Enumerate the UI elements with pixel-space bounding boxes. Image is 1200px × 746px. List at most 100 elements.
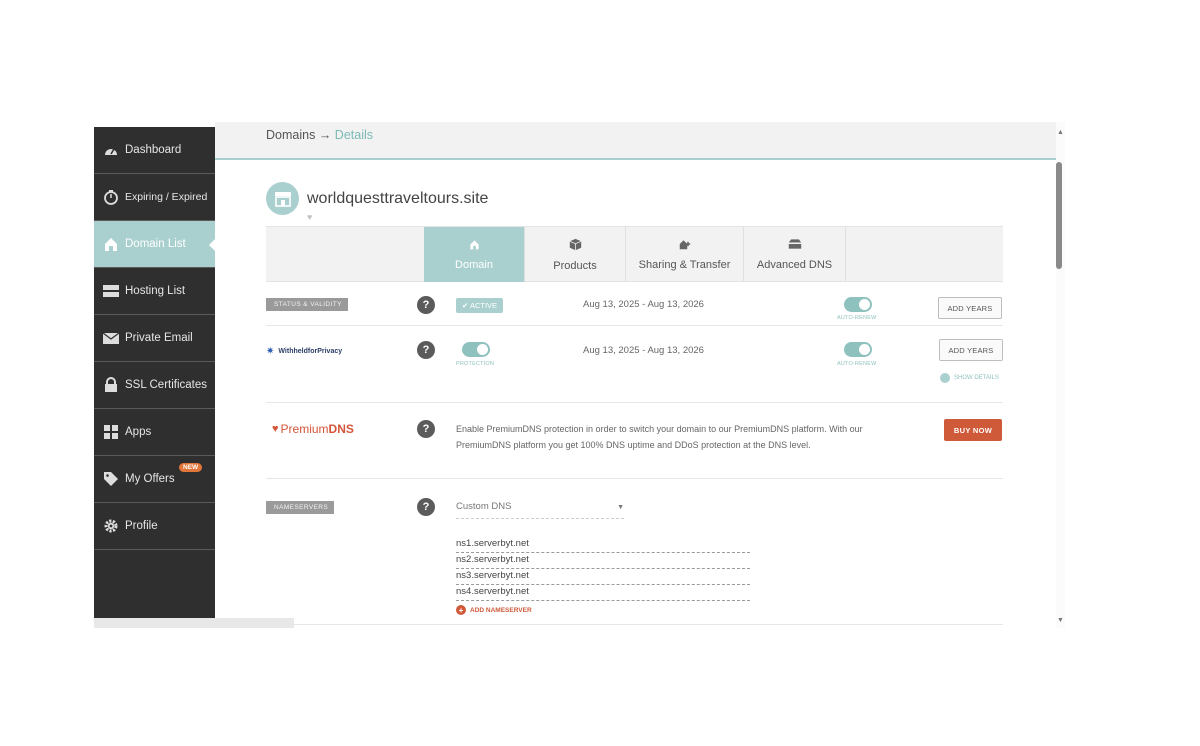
protection-caption: PROTECTION: [456, 361, 495, 367]
status-badge-label: ACTIVE: [469, 301, 498, 310]
privacy-auto-renew-toggle[interactable]: [844, 342, 872, 357]
sidebar-item-expiring[interactable]: Expiring / Expired: [94, 174, 215, 221]
scrollbar[interactable]: ▲ ▼: [1056, 122, 1065, 628]
help-icon[interactable]: ?: [417, 420, 435, 438]
nameserver-input-4[interactable]: ns4.serverbyt.net: [456, 585, 750, 601]
new-badge: NEW: [179, 463, 203, 472]
breadcrumb-root[interactable]: Domains: [266, 128, 315, 142]
premium-logo-prefix: Premium: [280, 422, 329, 436]
speedometer-icon: [102, 141, 120, 159]
nameserver-input-3[interactable]: ns3.serverbyt.net: [456, 569, 750, 585]
tab-bar: Domain Products Sharing & Transfer Advan…: [266, 226, 1003, 282]
dns-type-select[interactable]: Custom DNS ▼: [456, 501, 624, 519]
show-details-label: SHOW DETAILS: [954, 375, 999, 381]
sidebar-item-private-email[interactable]: Private Email: [94, 315, 215, 362]
privacy-row: ✷ WithheldforPrivacy ? PROTECTION Aug 13,…: [266, 326, 1003, 403]
protection-toggle[interactable]: [462, 342, 490, 357]
nameservers-tag: NAMESERVERS: [266, 501, 335, 514]
sidebar-item-label: Private Email: [125, 332, 193, 344]
sidebar-item-label: Hosting List: [125, 285, 186, 297]
sidebar-item-label: Profile: [125, 520, 158, 532]
share-icon: [678, 238, 692, 253]
tab-domain[interactable]: Domain: [424, 227, 525, 282]
tag-icon: [102, 470, 120, 488]
breadcrumb: Domains → Details: [215, 122, 1056, 160]
add-nameserver-label: ADD NAMESERVER: [470, 606, 532, 614]
withheld-for-privacy-logo: ✷ WithheldforPrivacy: [266, 346, 342, 357]
tab-label: Domain: [455, 259, 493, 271]
privacy-auto-renew-caption: AUTO-RENEW: [837, 361, 877, 367]
plus-icon: +: [456, 605, 466, 615]
sidebar-item-label: Dashboard: [125, 144, 182, 156]
premium-heart-icon: ♥: [272, 423, 279, 435]
show-details-link[interactable]: SHOW DETAILS: [940, 373, 999, 383]
validity-dates: Aug 13, 2025 - Aug 13, 2026: [583, 299, 704, 310]
add-years-button[interactable]: ADD YEARS: [938, 297, 1002, 319]
buy-now-button[interactable]: BUY NOW: [944, 419, 1002, 441]
gear-icon: [102, 517, 120, 535]
sidebar-item-label: SSL Certificates: [125, 379, 208, 391]
tab-sharing-transfer[interactable]: Sharing & Transfer: [626, 227, 744, 282]
sidebar-item-label: Expiring / Expired: [125, 191, 208, 203]
add-nameserver-button[interactable]: + ADD NAMESERVER: [456, 605, 532, 615]
sidebar-item-hosting-list[interactable]: Hosting List: [94, 268, 215, 315]
sidebar-item-domain-list[interactable]: Domain List: [94, 221, 216, 268]
sidebar-item-my-offers[interactable]: My Offers NEW: [94, 456, 215, 503]
sidebar-item-apps[interactable]: Apps: [94, 409, 215, 456]
tab-label: Products: [553, 259, 597, 272]
nameserver-input-2[interactable]: ns2.serverbyt.net: [456, 553, 750, 569]
auto-renew-caption: AUTO-RENEW: [837, 315, 877, 321]
sidebar-item-dashboard[interactable]: Dashboard: [94, 127, 215, 174]
sidebar-item-profile[interactable]: Profile: [94, 503, 215, 550]
favorite-heart-icon[interactable]: ♥: [307, 212, 312, 222]
privacy-dates: Aug 13, 2025 - Aug 13, 2026: [583, 345, 704, 356]
status-validity-tag: STATUS & VALIDITY: [266, 298, 348, 311]
main-content: Domains → Details worldquesttraveltours.…: [215, 122, 1056, 628]
apps-icon: [102, 423, 120, 441]
home-icon: [102, 235, 120, 253]
envelope-icon: [102, 329, 120, 347]
server-icon: [102, 282, 120, 300]
sidebar-item-label: Domain List: [125, 238, 186, 250]
tab-label: Sharing & Transfer: [638, 259, 731, 271]
check-icon: ✔: [462, 301, 470, 310]
tab-label: Advanced DNS: [756, 259, 833, 271]
premium-dns-row: ♥ Premium DNS ? Enable PremiumDNS protecti…: [266, 403, 1003, 479]
premium-logo-suffix: DNS: [328, 422, 354, 436]
nameservers-row: NAMESERVERS ? Custom DNS ▼ ns1.serverbyt…: [266, 479, 1003, 625]
lock-icon: [102, 376, 120, 394]
nameserver-input-1[interactable]: ns1.serverbyt.net: [456, 537, 750, 553]
box-icon: [569, 238, 582, 254]
status-validity-row: STATUS & VALIDITY ? ✔ ACTIVE Aug 13, 202…: [266, 282, 1003, 326]
sidebar-item-label: My Offers: [125, 473, 175, 485]
storefront-icon: [266, 182, 299, 215]
status-badge: ✔ ACTIVE: [456, 298, 504, 313]
home-icon: [469, 238, 480, 253]
domain-header: worldquesttraveltours.site: [266, 182, 488, 215]
scroll-thumb[interactable]: [1056, 162, 1062, 269]
help-icon[interactable]: ?: [417, 498, 435, 516]
sidebar-item-label: Apps: [125, 426, 152, 438]
caret-down-icon: ▼: [617, 504, 624, 511]
premium-dns-description: Enable PremiumDNS protection in order to…: [456, 424, 863, 450]
status-url-bar: [94, 618, 294, 628]
expand-circle-icon: [940, 373, 950, 383]
premium-dns-logo: ♥ Premium DNS: [272, 422, 354, 436]
help-icon[interactable]: ?: [417, 341, 435, 359]
breadcrumb-current: Details: [334, 128, 374, 142]
breadcrumb-arrow: →: [318, 128, 332, 142]
privacy-add-years-button[interactable]: ADD YEARS: [939, 339, 1003, 361]
auto-renew-toggle[interactable]: [844, 297, 872, 312]
help-icon[interactable]: ?: [417, 296, 435, 314]
domain-title: worldquesttraveltours.site: [307, 189, 489, 207]
stack-icon: [788, 238, 802, 253]
scroll-up-arrow-icon[interactable]: ▲: [1057, 129, 1064, 136]
sidebar-item-ssl-certificates[interactable]: SSL Certificates: [94, 362, 215, 409]
dns-type-value: Custom DNS: [456, 501, 512, 512]
timer-icon: [102, 188, 120, 206]
scroll-down-arrow-icon[interactable]: ▼: [1057, 617, 1064, 624]
tab-advanced-dns[interactable]: Advanced DNS: [744, 227, 846, 282]
sidebar: Dashboard Expiring / Expired Domain List…: [94, 127, 216, 628]
privacy-logo-text: WithheldforPrivacy: [278, 348, 343, 355]
tab-products[interactable]: Products: [525, 227, 626, 282]
